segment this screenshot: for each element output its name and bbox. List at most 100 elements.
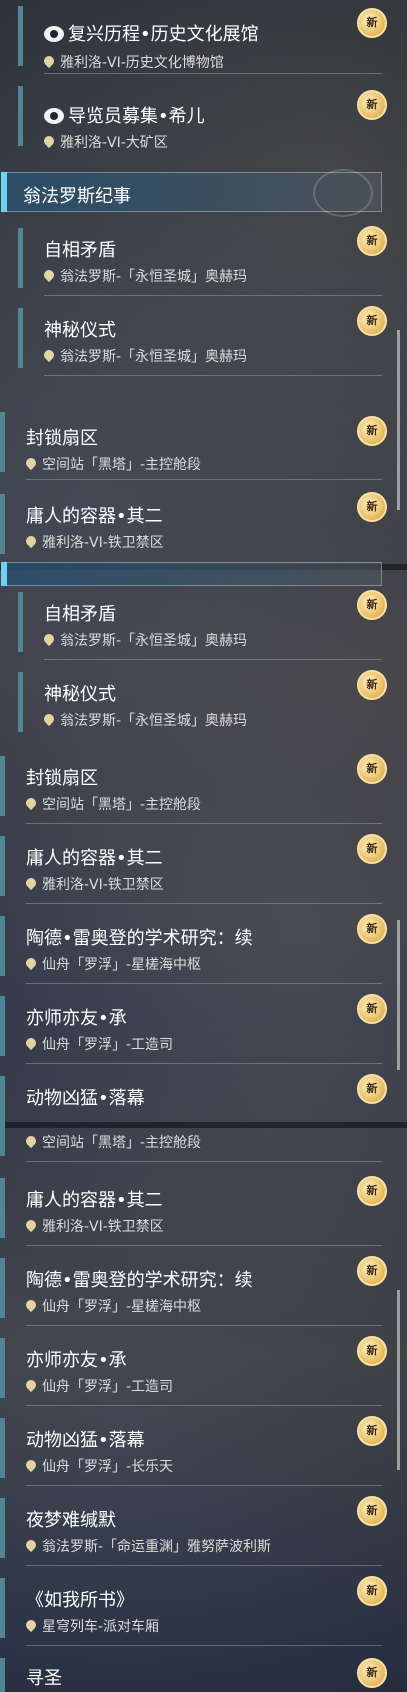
item-name: 陶德•雷奥登的学术研究：续 — [26, 928, 253, 949]
new-badge: 新 — [357, 306, 387, 336]
list-item[interactable]: 封锁扇区 空间站「黑塔」-主控舱段 新 — [0, 406, 407, 480]
divider — [26, 479, 382, 480]
list-item-bar — [0, 1658, 5, 1692]
location-pin-icon — [41, 347, 57, 363]
new-badge: 新 — [357, 590, 387, 620]
location-pin-icon — [23, 1537, 39, 1553]
list-item-bar — [18, 6, 23, 66]
new-badge: 新 — [357, 754, 387, 784]
new-badge: 新 — [357, 670, 387, 700]
list-item[interactable]: 导览员募集•希儿 雅利洛-VI-大矿区 新 — [0, 80, 407, 154]
item-location: 仙舟「罗浮」-工造司 — [42, 1037, 174, 1053]
list-item[interactable]: 封锁扇区 空间站「黑塔」-主控舱段 新 — [0, 750, 407, 824]
mission-icon — [44, 26, 64, 42]
list-item-bar — [0, 412, 5, 472]
item-name: 动物凶猛•落幕 — [26, 1430, 145, 1451]
item-name: 导览员募集•希儿 — [68, 106, 205, 127]
list-item[interactable]: 庸人的容器•其二 雅利洛-VI-铁卫禁区 新 — [0, 830, 407, 904]
list-item-bar — [18, 592, 23, 652]
list-item[interactable]: 自相矛盾 翁法罗斯-「永恒圣城」奥赫玛 新 — [0, 586, 407, 660]
divider — [26, 1245, 382, 1246]
divider — [26, 903, 382, 904]
list-item[interactable]: 寻圣 新 — [0, 1652, 407, 1692]
list-item-bar — [0, 1418, 5, 1478]
list-item[interactable]: 庸人的容器•其二 雅利洛-VI-铁卫禁区 新 — [0, 1172, 407, 1246]
list-item-bar — [0, 1258, 5, 1318]
list-item[interactable]: 陶德•雷奥登的学术研究：续 仙舟「罗浮」-星槎海中枢 新 — [0, 1252, 407, 1326]
section-title: 翁法罗斯纪事 — [23, 186, 131, 207]
list-item[interactable]: 自相矛盾 翁法罗斯-「永恒圣城」奥赫玛 新 — [0, 222, 407, 296]
scrollbar[interactable] — [397, 1290, 400, 1470]
item-name: 封锁扇区 — [26, 428, 98, 449]
divider — [44, 659, 382, 660]
item-name: 陶德•雷奥登的学术研究：续 — [26, 1270, 253, 1291]
scrollbar[interactable] — [397, 330, 400, 510]
section-header-partial — [1, 562, 382, 586]
item-location: 空间站「黑塔」-主控舱段 — [42, 797, 202, 813]
new-badge: 新 — [357, 8, 387, 38]
location-pin-icon — [23, 1035, 39, 1051]
list-item[interactable]: 夜梦难缄默 翁法罗斯-「命运重渊」雅努萨波利斯 新 — [0, 1492, 407, 1566]
list-item[interactable]: 亦师亦友•承 仙舟「罗浮」-工造司 新 — [0, 990, 407, 1064]
item-name: 复兴历程•历史文化展馆 — [68, 24, 259, 45]
scrollbar[interactable] — [397, 920, 400, 1070]
list-item-bar — [0, 1178, 5, 1238]
list-item-bar — [18, 228, 23, 288]
item-location: 雅利洛-VI-历史文化博物馆 — [60, 55, 224, 71]
list-item-bar — [0, 1498, 5, 1558]
list-item[interactable]: 神秘仪式 翁法罗斯-「永恒圣城」奥赫玛 新 — [0, 666, 407, 740]
emblem-icon — [313, 169, 373, 217]
list-item-bar — [18, 672, 23, 732]
location-pin-icon — [23, 875, 39, 891]
list-item-bar — [0, 494, 5, 554]
new-badge: 新 — [357, 1074, 387, 1104]
item-name: 寻圣 — [26, 1668, 62, 1689]
location-pin-icon — [41, 133, 57, 149]
mission-icon — [44, 108, 64, 124]
list-item[interactable]: 《如我所书》 星穹列车-派对车厢 新 — [0, 1572, 407, 1646]
item-name: 《如我所书》 — [26, 1590, 134, 1611]
location-pin-icon — [23, 1617, 39, 1633]
divider — [26, 823, 382, 824]
section-header[interactable]: 翁法罗斯纪事 — [1, 169, 382, 217]
item-location: 雅利洛-VI-铁卫禁区 — [42, 535, 164, 551]
new-badge: 新 — [357, 492, 387, 522]
new-badge: 新 — [357, 1336, 387, 1366]
item-location: 仙舟「罗浮」-长乐天 — [42, 1459, 174, 1475]
item-location: 翁法罗斯-「永恒圣城」奥赫玛 — [60, 349, 248, 365]
divider — [44, 295, 382, 296]
divider — [26, 1161, 382, 1162]
location-pin-icon — [41, 53, 57, 69]
location-pin-icon — [41, 711, 57, 727]
location-pin-icon — [23, 455, 39, 471]
list-item-bar — [0, 1112, 5, 1156]
new-badge: 新 — [357, 226, 387, 256]
list-item-bar — [0, 996, 5, 1056]
location-pin-icon — [41, 267, 57, 283]
item-location: 翁法罗斯-「永恒圣城」奥赫玛 — [60, 713, 248, 729]
list-item[interactable]: 陶德•雷奥登的学术研究：续 仙舟「罗浮」-星槎海中枢 新 — [0, 910, 407, 984]
list-item[interactable]: 亦师亦友•承 仙舟「罗浮」-工造司 新 — [0, 1332, 407, 1406]
list-item[interactable]: 复兴历程•历史文化展馆 雅利洛-VI-历史文化博物馆 新 — [0, 0, 407, 74]
list-item-bar — [0, 1578, 5, 1638]
list-item-bar — [18, 308, 23, 368]
location-pin-icon — [23, 1457, 39, 1473]
list-item-bar — [0, 1338, 5, 1398]
item-name: 亦师亦友•承 — [26, 1008, 127, 1029]
new-badge: 新 — [357, 90, 387, 120]
list-item[interactable]: 动物凶猛•落幕 仙舟「罗浮」-长乐天 新 — [0, 1412, 407, 1486]
item-name: 庸人的容器•其二 — [26, 506, 163, 527]
new-badge: 新 — [357, 1176, 387, 1206]
list-item[interactable]: 庸人的容器•其二 雅利洛-VI-铁卫禁区 新 — [0, 488, 407, 562]
list-item[interactable]: 空间站「黑塔」-主控舱段 — [0, 1112, 407, 1162]
item-name: 自相矛盾 — [44, 604, 116, 625]
list-item[interactable]: 神秘仪式 翁法罗斯-「永恒圣城」奥赫玛 新 — [0, 302, 407, 376]
new-badge: 新 — [357, 416, 387, 446]
new-badge: 新 — [357, 914, 387, 944]
item-location: 仙舟「罗浮」-星槎海中枢 — [42, 957, 202, 973]
item-name: 封锁扇区 — [26, 768, 98, 789]
list-item-bar — [0, 836, 5, 896]
divider — [26, 1645, 382, 1646]
item-location: 雅利洛-VI-铁卫禁区 — [42, 1219, 164, 1235]
new-badge: 新 — [357, 994, 387, 1024]
